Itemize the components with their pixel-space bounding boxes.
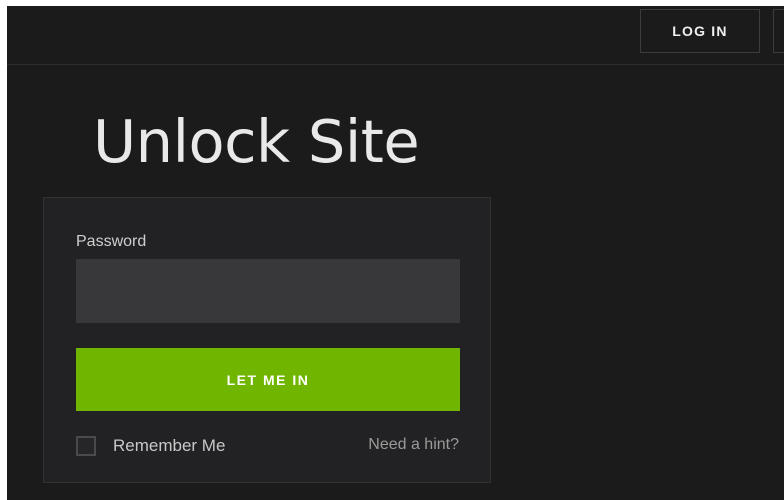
unlock-form-card: Password LET ME IN Remember Me Need a hi… <box>43 197 491 483</box>
app-screen: LOG IN Unlock Site Password LET ME IN Re… <box>7 6 784 500</box>
login-button[interactable]: LOG IN <box>640 9 760 53</box>
need-a-hint-link[interactable]: Need a hint? <box>368 436 459 454</box>
remember-me-row[interactable]: Remember Me <box>76 435 225 457</box>
password-input[interactable] <box>76 259 460 323</box>
remember-me-label: Remember Me <box>113 436 226 455</box>
remember-me-checkbox[interactable] <box>76 436 96 456</box>
password-label: Password <box>76 233 147 250</box>
header-secondary-button[interactable] <box>773 9 784 53</box>
top-bar: LOG IN <box>7 6 784 65</box>
page-title: Unlock Site <box>93 107 420 176</box>
let-me-in-button[interactable]: LET ME IN <box>76 348 460 411</box>
